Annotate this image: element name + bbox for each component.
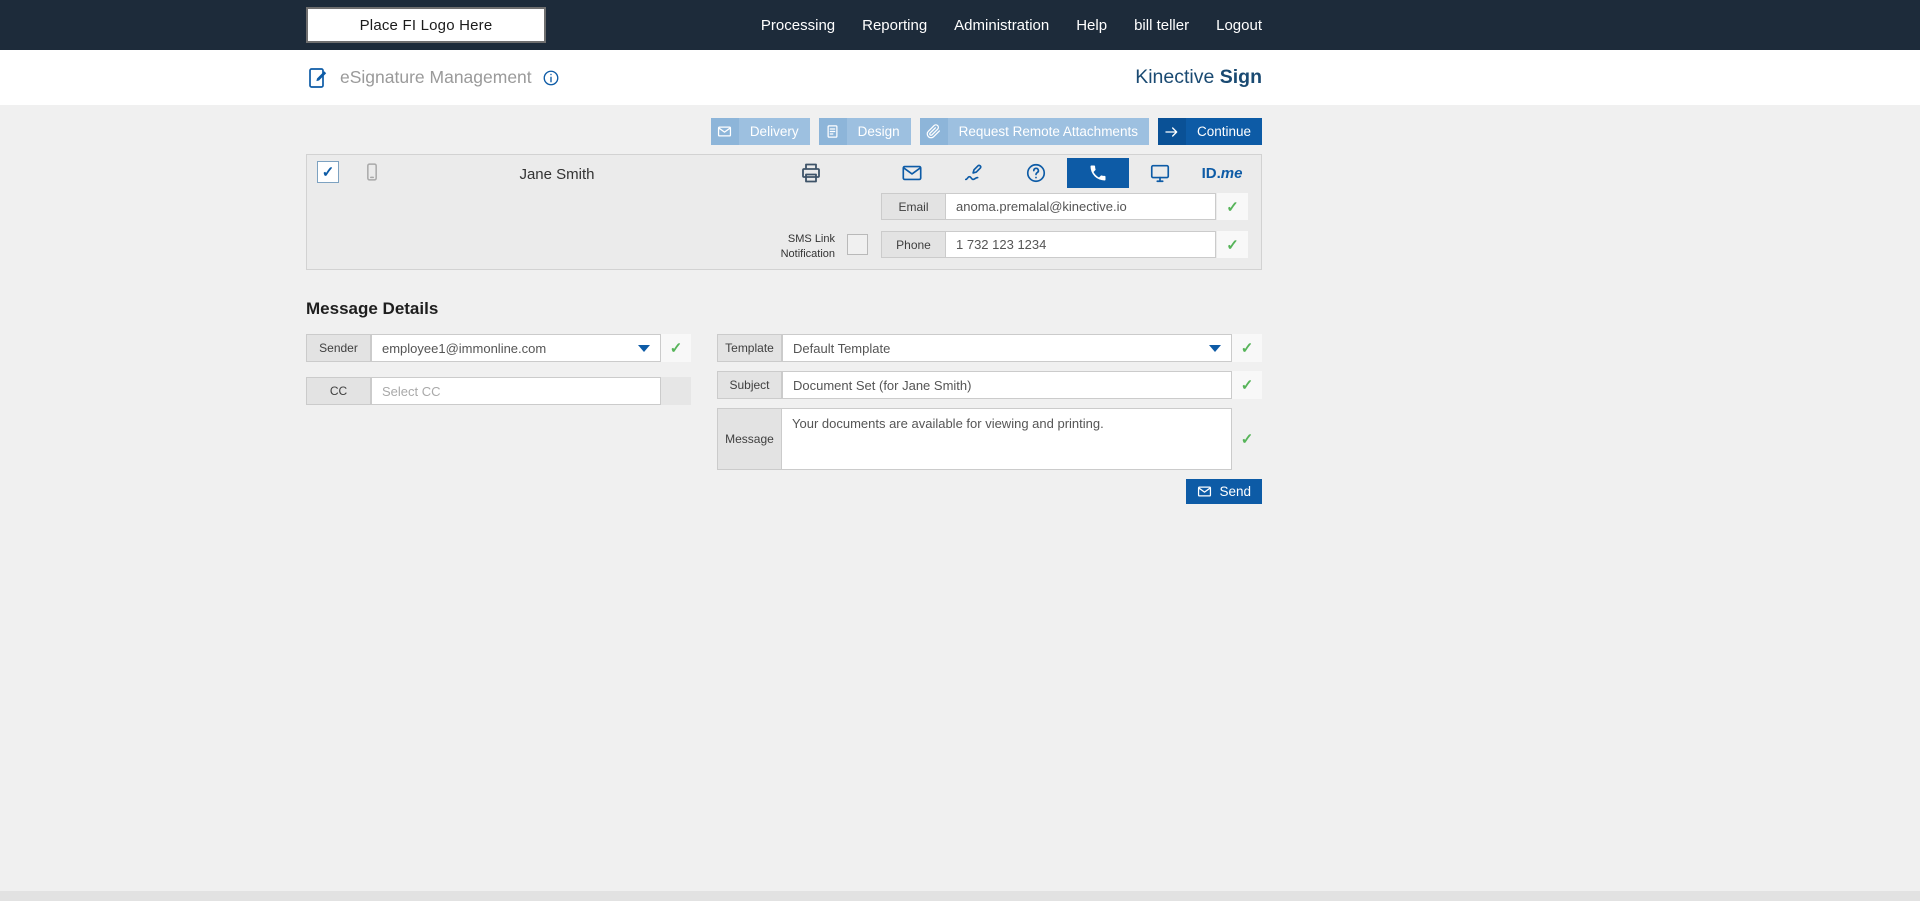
check-glyph: ✓	[1226, 198, 1239, 216]
main-area: Delivery Design Request Remote Attachmen…	[306, 105, 1262, 504]
phone-icon	[1088, 163, 1108, 183]
delivery-question-tab[interactable]	[1005, 158, 1067, 188]
details-right-column: Template Default Template ✓ Subject ✓ Me…	[717, 334, 1262, 504]
nav-user[interactable]: bill teller	[1134, 17, 1189, 34]
envelope-icon	[1197, 484, 1212, 499]
message-textarea[interactable]: Your documents are available for viewing…	[782, 408, 1232, 470]
email-label: Email	[881, 193, 946, 220]
top-bar: Place FI Logo Here Processing Reporting …	[0, 0, 1920, 50]
check-glyph: ✓	[1226, 236, 1239, 254]
template-dropdown[interactable]: Default Template	[782, 334, 1232, 362]
cc-status-cell	[661, 377, 691, 405]
email-status-check: ✓	[1217, 193, 1248, 220]
cc-label: CC	[306, 377, 371, 405]
template-value: Default Template	[793, 341, 890, 356]
delivery-method-tabs: ID.me	[881, 158, 1253, 188]
arrow-right-icon	[1158, 118, 1186, 145]
delivery-email-tab[interactable]	[881, 158, 943, 188]
template-label: Template	[717, 334, 782, 362]
request-remote-attachments-button[interactable]: Request Remote Attachments	[920, 118, 1149, 145]
esignature-document-icon	[306, 66, 330, 90]
template-row: Template Default Template ✓	[717, 334, 1262, 362]
template-status-check: ✓	[1232, 334, 1262, 362]
cc-input[interactable]	[371, 377, 661, 405]
check-glyph: ✓	[322, 163, 335, 181]
subject-label: Subject	[717, 371, 782, 399]
phone-label: Phone	[881, 231, 946, 258]
check-glyph: ✓	[1241, 376, 1254, 394]
page-title: eSignature Management	[340, 67, 532, 88]
paperclip-icon	[920, 118, 948, 145]
printer-icon[interactable]	[799, 161, 823, 185]
nav-administration[interactable]: Administration	[954, 17, 1049, 34]
delivery-idme-tab[interactable]: ID.me	[1191, 158, 1253, 188]
message-details-heading: Message Details	[306, 299, 1262, 319]
phone-status-check: ✓	[1217, 231, 1248, 258]
kiosk-icon	[1149, 162, 1171, 184]
sender-value: employee1@immonline.com	[382, 341, 546, 356]
delivery-kiosk-tab[interactable]	[1129, 158, 1191, 188]
message-row: Message Your documents are available for…	[717, 408, 1262, 470]
recipient-card: ✓ Jane Smith	[306, 154, 1262, 270]
nav-help[interactable]: Help	[1076, 17, 1107, 34]
sms-link-notification-label: SMS Link Notification	[767, 232, 835, 263]
footer-bar	[0, 891, 1920, 901]
nav-reporting[interactable]: Reporting	[862, 17, 927, 34]
check-glyph: ✓	[1241, 430, 1254, 448]
brand-logo: Kinective Sign	[1135, 66, 1262, 89]
document-icon	[819, 118, 847, 145]
mobile-icon	[362, 162, 382, 182]
chevron-down-icon	[638, 345, 650, 352]
question-circle-icon	[1025, 162, 1047, 184]
signature-pen-icon	[963, 162, 985, 184]
sms-link-checkbox[interactable]	[847, 234, 868, 255]
delivery-button[interactable]: Delivery	[711, 118, 810, 145]
cc-row: CC	[306, 377, 691, 405]
actions-row: Delivery Design Request Remote Attachmen…	[306, 118, 1262, 145]
check-glyph: ✓	[670, 339, 683, 357]
phone-row: Phone ✓	[881, 231, 1248, 258]
email-input[interactable]	[946, 193, 1216, 220]
sender-row: Sender employee1@immonline.com ✓	[306, 334, 691, 362]
message-details-section: Sender employee1@immonline.com ✓ CC Temp…	[306, 334, 1262, 504]
send-row: Send	[717, 479, 1262, 504]
email-row: Email ✓	[881, 193, 1248, 220]
subject-row: Subject ✓	[717, 371, 1262, 399]
message-label: Message	[717, 408, 782, 470]
fi-logo-placeholder: Place FI Logo Here	[306, 7, 546, 43]
design-button[interactable]: Design	[819, 118, 911, 145]
page-header: eSignature Management Kinective Sign	[0, 50, 1920, 105]
info-icon[interactable]	[542, 69, 560, 87]
delivery-esign-tab[interactable]	[943, 158, 1005, 188]
recipient-name: Jane Smith	[457, 166, 657, 183]
subject-input[interactable]	[782, 371, 1232, 399]
top-nav: Processing Reporting Administration Help…	[761, 17, 1262, 34]
envelope-icon	[711, 118, 739, 145]
nav-processing[interactable]: Processing	[761, 17, 835, 34]
sender-dropdown[interactable]: employee1@immonline.com	[371, 334, 661, 362]
details-left-column: Sender employee1@immonline.com ✓ CC	[306, 334, 691, 420]
delivery-phone-tab[interactable]	[1067, 158, 1129, 188]
phone-input[interactable]	[946, 231, 1216, 258]
idme-logo: ID.me	[1202, 165, 1243, 182]
message-status-check: ✓	[1232, 425, 1262, 453]
sender-label: Sender	[306, 334, 371, 362]
sender-status-check: ✓	[661, 334, 691, 362]
send-button[interactable]: Send	[1186, 479, 1262, 504]
nav-logout[interactable]: Logout	[1216, 17, 1262, 34]
subject-status-check: ✓	[1232, 371, 1262, 399]
recipient-checkbox[interactable]: ✓	[317, 161, 339, 183]
chevron-down-icon	[1209, 345, 1221, 352]
envelope-icon	[901, 162, 923, 184]
check-glyph: ✓	[1241, 339, 1254, 357]
continue-button[interactable]: Continue	[1158, 118, 1262, 145]
